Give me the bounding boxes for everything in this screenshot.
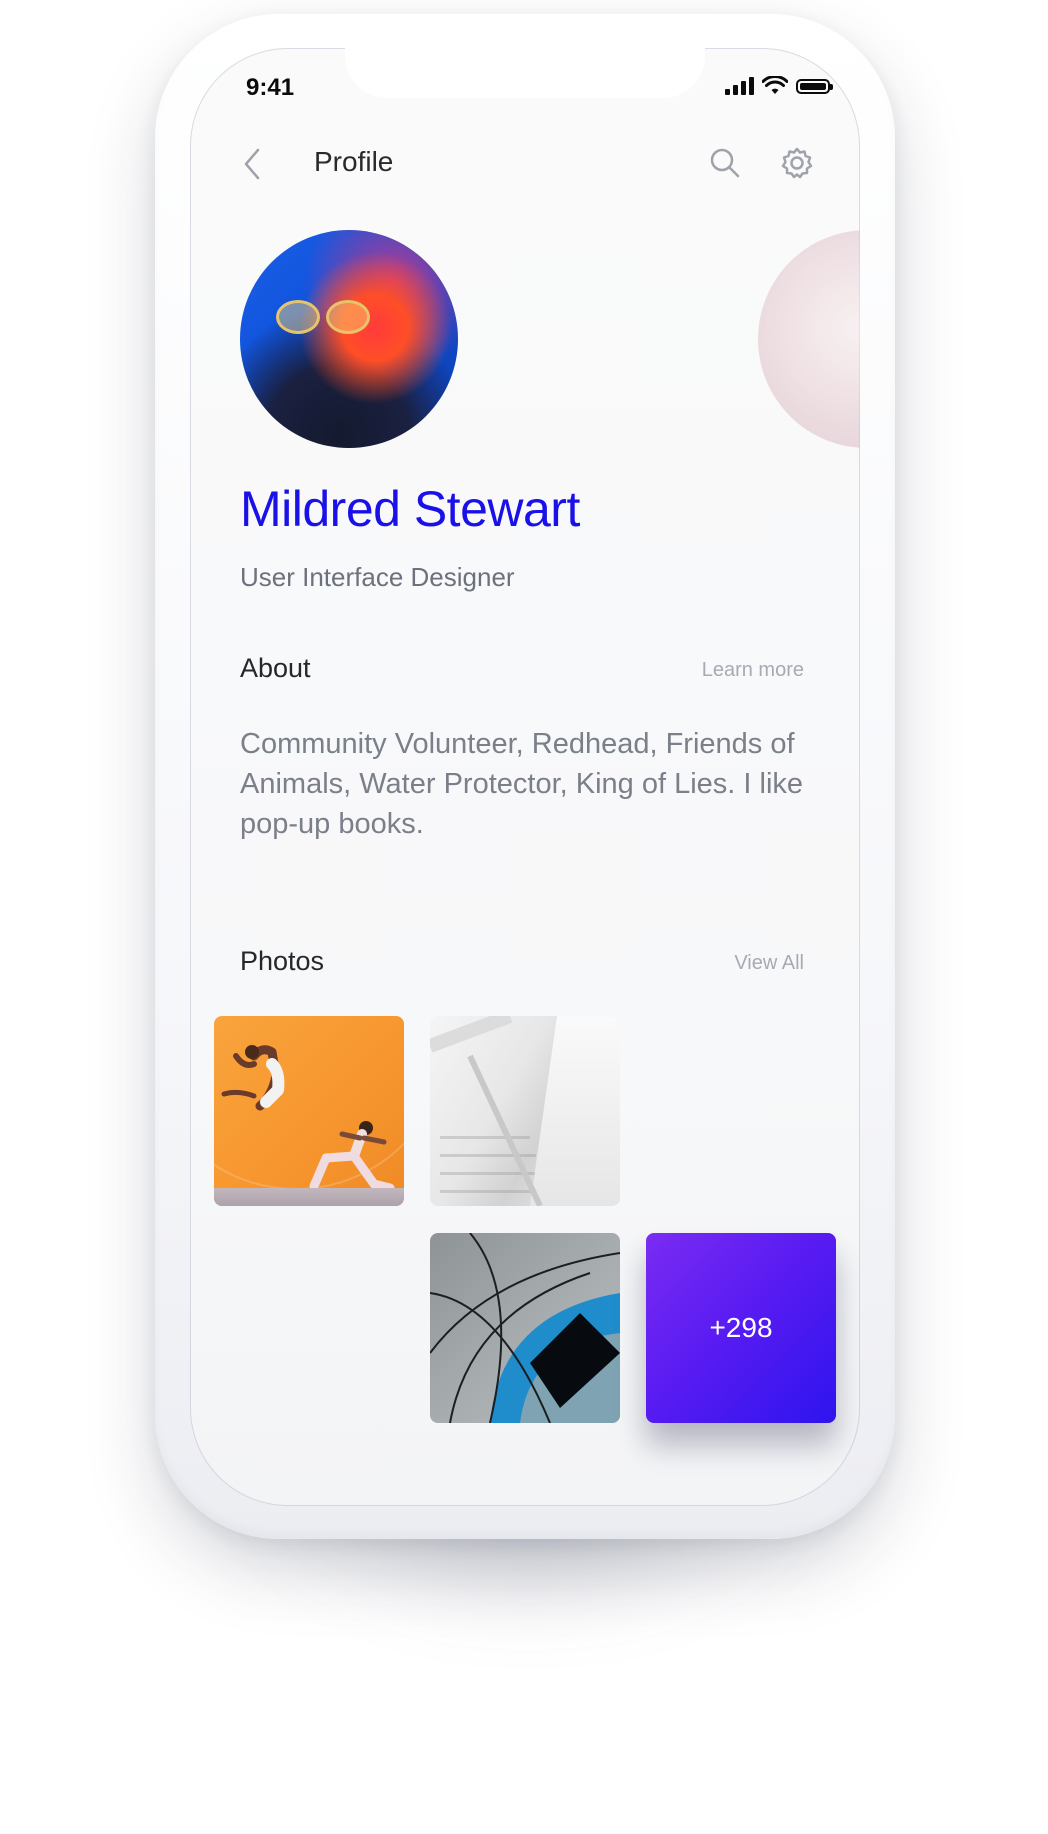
staircase-rail — [430, 1016, 543, 1206]
profile-role: User Interface Designer — [240, 562, 515, 592]
view-all-link[interactable]: View All — [734, 952, 804, 975]
status-time: 9:41 — [246, 74, 295, 101]
app-screen: 9:41 Profile Mildred Stewart User Interf… — [190, 48, 860, 1506]
about-title: About — [240, 653, 311, 683]
photo-architecture[interactable] — [430, 1233, 620, 1423]
battery-icon — [796, 78, 833, 94]
gear-icon[interactable] — [780, 146, 814, 180]
avatar-glasses-left — [276, 300, 320, 334]
photo-floor — [214, 1188, 404, 1206]
learn-more-link[interactable]: Learn more — [702, 659, 804, 682]
device-notch — [345, 48, 705, 98]
photo-dancers[interactable] — [214, 1016, 404, 1206]
page-title: Profile — [314, 146, 394, 177]
avatar-glasses-right — [326, 300, 370, 334]
avatar[interactable] — [240, 230, 458, 448]
photo-staircase[interactable] — [430, 1016, 620, 1206]
search-icon[interactable] — [708, 146, 742, 180]
photos-title: Photos — [240, 946, 325, 976]
profile-name: Mildred Stewart — [240, 481, 580, 537]
dancers-illustration — [221, 1045, 395, 1193]
status-icons — [725, 76, 833, 96]
chevron-left-icon[interactable] — [240, 144, 264, 184]
wifi-icon — [762, 76, 788, 94]
more-photos-count: +298 — [709, 1312, 773, 1343]
next-profile-avatar[interactable] — [758, 230, 860, 448]
more-photos-button[interactable]: +298 — [646, 1233, 836, 1423]
architecture-illustration — [430, 1233, 620, 1423]
cellular-signal-icon — [725, 77, 754, 95]
about-text: Community Volunteer, Redhead, Friends of… — [240, 728, 804, 840]
